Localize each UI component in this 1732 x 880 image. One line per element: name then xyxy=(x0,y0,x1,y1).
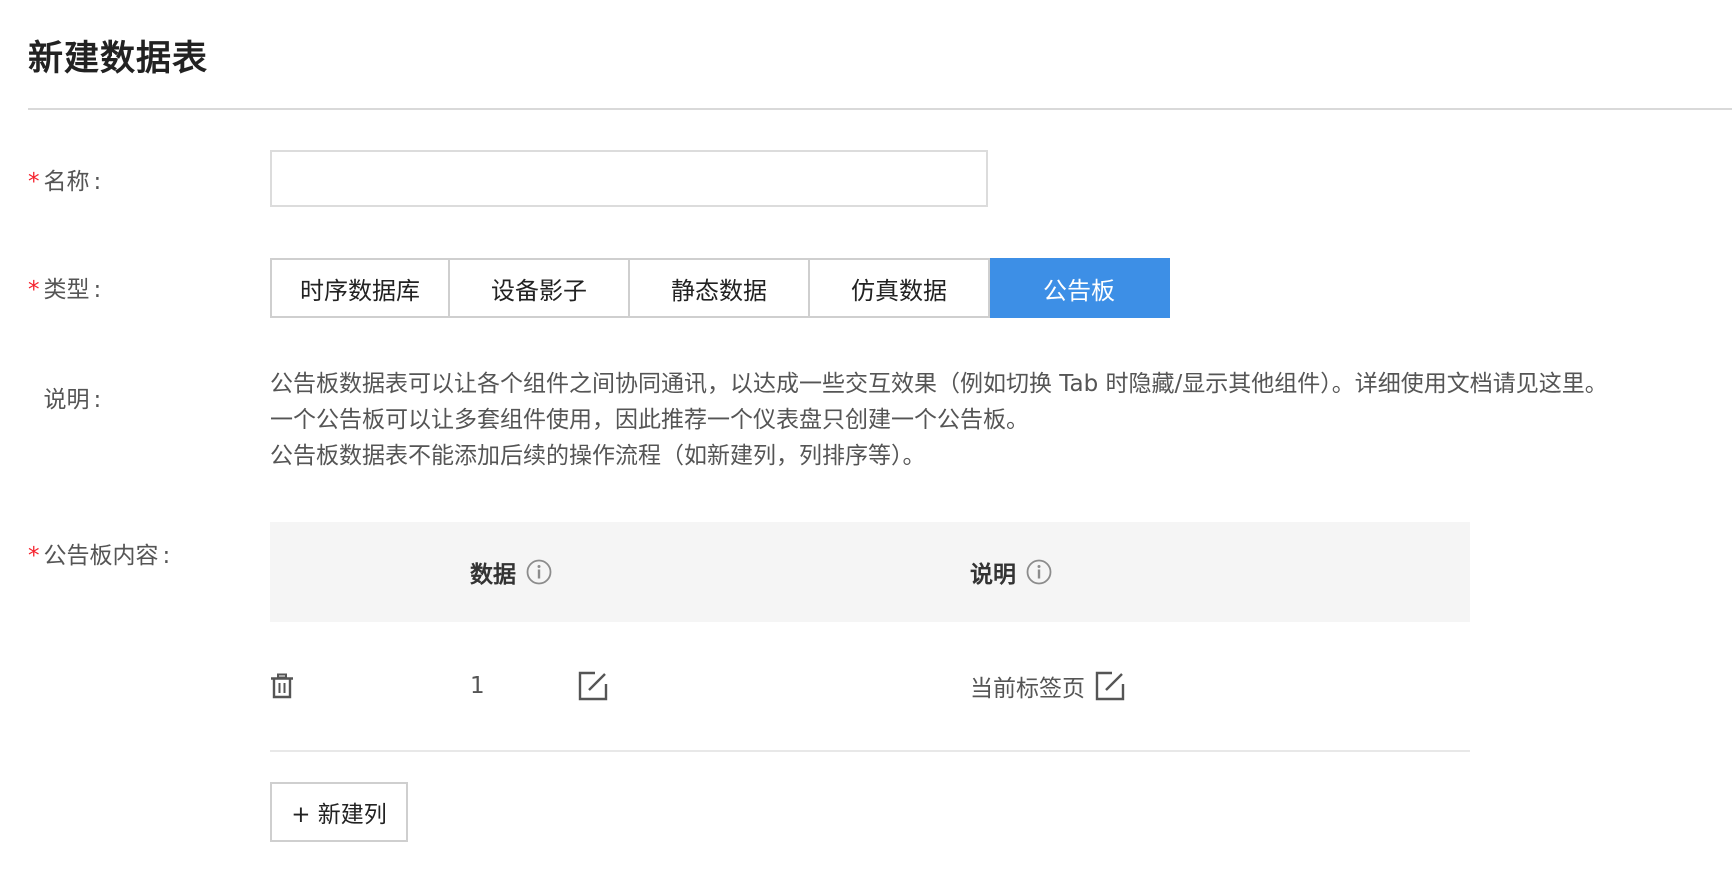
edit-data-cell xyxy=(578,622,608,750)
data-value: 1 xyxy=(470,673,485,699)
type-option-static-data[interactable]: 静态数据 xyxy=(630,258,810,318)
column-header-data: 数据 xyxy=(470,522,552,622)
description-label: *说明: xyxy=(43,387,102,413)
type-selector: 时序数据库 设备影子 静态数据 仿真数据 公告板 xyxy=(270,258,1170,318)
type-label-text: 类型 xyxy=(43,277,90,303)
description-line: 公告板数据表不能添加后续的操作流程（如新建列，列排序等）。 xyxy=(270,443,926,469)
board-table-header: 数据 说明 xyxy=(270,522,1470,622)
type-option-simulation-data[interactable]: 仿真数据 xyxy=(810,258,990,318)
page-title: 新建数据表 xyxy=(28,39,209,79)
table-row: 1 当前标签页 xyxy=(270,622,1470,752)
column-header-note: 说明 xyxy=(970,522,1052,622)
description-line: 公告板数据表可以让各个组件之间协同通讯，以达成一些交互效果（例如切换 Tab 时… xyxy=(270,371,1608,397)
note-value: 当前标签页 xyxy=(970,676,1085,702)
title-divider xyxy=(28,108,1732,110)
info-icon[interactable] xyxy=(526,559,552,585)
description-line: 一个公告板可以让多套组件使用，因此推荐一个仪表盘只创建一个公告板。 xyxy=(270,407,1029,433)
delete-row-cell xyxy=(270,622,294,750)
required-mark: * xyxy=(28,169,40,195)
add-column-button[interactable]: + 新建列 xyxy=(270,782,408,842)
name-input[interactable] xyxy=(270,150,988,207)
required-mark: * xyxy=(28,543,40,569)
trash-icon[interactable] xyxy=(270,673,294,699)
board-content-label: * 公告板内容: xyxy=(28,543,171,569)
type-option-timeseries[interactable]: 时序数据库 xyxy=(270,258,450,318)
description-text: 公告板数据表可以让各个组件之间协同通讯，以达成一些交互效果（例如切换 Tab 时… xyxy=(270,366,1720,474)
column-header-note-label: 说明 xyxy=(970,562,1016,588)
type-label: * 类型: xyxy=(28,277,102,303)
name-label-text: 名称 xyxy=(43,169,90,195)
column-header-data-label: 数据 xyxy=(470,562,516,588)
type-option-device-shadow[interactable]: 设备影子 xyxy=(450,258,630,318)
note-cell: 当前标签页 xyxy=(970,622,1125,750)
name-label: * 名称: xyxy=(28,169,102,195)
required-mark: * xyxy=(28,277,40,303)
info-icon[interactable] xyxy=(1026,559,1052,585)
edit-icon[interactable] xyxy=(1095,671,1125,701)
edit-icon[interactable] xyxy=(578,671,608,701)
data-cell: 1 xyxy=(470,622,485,750)
board-table: 数据 说明 1 当前标签页 xyxy=(270,522,1470,752)
board-content-label-text: 公告板内容 xyxy=(43,543,159,569)
description-label-text: 说明 xyxy=(43,387,90,413)
type-option-bulletin-board[interactable]: 公告板 xyxy=(990,258,1170,318)
